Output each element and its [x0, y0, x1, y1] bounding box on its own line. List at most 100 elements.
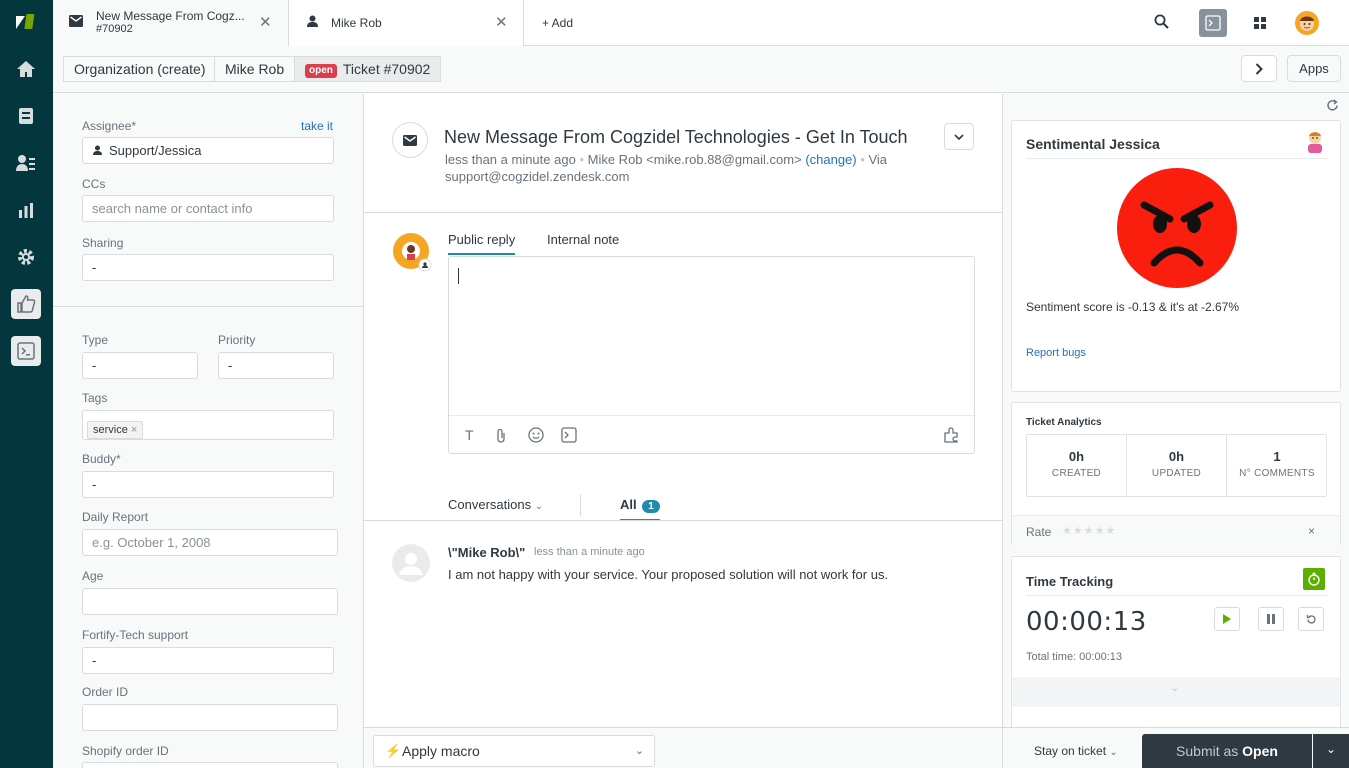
macro-label: Apply macro: [402, 743, 480, 759]
conversations-filter[interactable]: Conversations ⌄: [448, 497, 543, 512]
reset-button[interactable]: [1298, 607, 1324, 631]
order-id-label: Order ID: [82, 685, 129, 699]
analytics-stats: 0h CREATED 0h UPDATED 1 N° COMMENTS: [1026, 434, 1327, 497]
expand-bar[interactable]: ⌄: [1012, 677, 1340, 707]
status-badge: open: [305, 64, 337, 78]
stat-value: 0h: [1168, 449, 1185, 464]
terminal-app-icon[interactable]: [11, 336, 41, 366]
reporting-icon[interactable]: [13, 197, 39, 223]
star-icon[interactable]: ★: [1106, 525, 1117, 537]
apps-button[interactable]: Apps: [1287, 55, 1341, 82]
pause-button[interactable]: [1258, 607, 1284, 631]
priority-select[interactable]: -: [218, 352, 334, 379]
app-logo-icon: [1304, 130, 1326, 157]
divider: [449, 415, 974, 416]
tab-ticket-70902[interactable]: New Message From Cogz... #70902 ✕: [53, 0, 289, 46]
assignee-field[interactable]: Support/Jessica: [82, 137, 334, 164]
fortify-select[interactable]: -: [82, 647, 334, 674]
ccs-field[interactable]: search name or contact info: [82, 195, 334, 222]
take-it-link[interactable]: take it: [301, 119, 333, 133]
stat-label: N° COMMENTS: [1239, 468, 1315, 479]
search-icon[interactable]: [1154, 14, 1169, 32]
terminal-app-icon[interactable]: [561, 427, 577, 446]
breadcrumb-ticket[interactable]: open Ticket #70902: [294, 56, 442, 82]
chevron-down-icon: [954, 133, 964, 140]
comment-author[interactable]: \"Mike Rob\": [448, 545, 525, 560]
chevron-down-icon: ⌄: [634, 745, 644, 757]
play-button[interactable]: [1214, 607, 1240, 631]
close-tab-icon[interactable]: ✕: [495, 13, 508, 31]
filter-all[interactable]: All 1: [620, 497, 660, 521]
product-tray-icon[interactable]: [1254, 17, 1266, 32]
composer-apps-icon[interactable]: [943, 427, 961, 446]
ccs-placeholder: search name or contact info: [92, 201, 253, 216]
emoji-icon[interactable]: [528, 427, 544, 446]
daily-report-field[interactable]: e.g. October 1, 2008: [82, 529, 338, 556]
thumbs-up-app-icon[interactable]: [11, 289, 41, 319]
close-icon[interactable]: ×: [1308, 524, 1315, 538]
tab-user-mike-rob[interactable]: Mike Rob ✕: [289, 0, 524, 46]
buddy-select[interactable]: -: [82, 471, 334, 498]
remove-tag-icon[interactable]: ×: [131, 424, 137, 436]
add-tab-button[interactable]: + Add: [542, 16, 573, 30]
expand-apps-button[interactable]: [1241, 55, 1277, 82]
terminal-app-icon[interactable]: [1199, 9, 1227, 37]
age-field[interactable]: [82, 588, 338, 615]
report-bugs-link[interactable]: Report bugs: [1026, 347, 1086, 359]
type-select[interactable]: -: [82, 352, 198, 379]
divider: [1026, 595, 1328, 596]
breadcrumb-user[interactable]: Mike Rob: [214, 56, 296, 82]
sharing-select[interactable]: -: [82, 254, 334, 281]
star-icon[interactable]: ★: [1084, 525, 1095, 537]
breadcrumb-organization[interactable]: Organization (create): [63, 56, 217, 82]
home-icon[interactable]: [13, 56, 39, 82]
tags-field[interactable]: service ×: [82, 410, 334, 440]
settings-gear-icon[interactable]: [13, 244, 39, 270]
views-icon[interactable]: [13, 103, 39, 129]
stay-on-ticket-dropdown[interactable]: Stay on ticket ⌄: [1034, 744, 1118, 758]
divider: [53, 306, 363, 307]
attachment-icon[interactable]: [496, 428, 506, 446]
count-badge: 1: [642, 500, 660, 513]
tag-chip: service ×: [87, 421, 144, 439]
sentiment-score: Sentiment score is -0.13 & it's at -2.67…: [1026, 300, 1240, 314]
rating-bar: Rate ★★★★★ ×: [1012, 515, 1340, 546]
submit-button[interactable]: Submit as Open: [1142, 734, 1312, 768]
text-format-icon[interactable]: T: [465, 427, 474, 443]
zendesk-logo-icon[interactable]: [13, 9, 39, 35]
star-icon[interactable]: ★: [1095, 525, 1106, 537]
ccs-label: CCs: [82, 177, 106, 191]
star-icon[interactable]: ★: [1062, 525, 1073, 537]
ticket-header-bar: Organization (create) Mike Rob open Ticke…: [53, 46, 1349, 93]
stat-label: UPDATED: [1151, 468, 1202, 479]
ticket-options-button[interactable]: [944, 123, 974, 150]
reply-editor[interactable]: T: [448, 256, 975, 454]
conversations-label: Conversations: [448, 497, 532, 512]
tab-public-reply[interactable]: Public reply: [448, 232, 516, 255]
star-icon[interactable]: ★: [1073, 525, 1084, 537]
refresh-apps-icon[interactable]: [1326, 99, 1339, 115]
submit-options-button[interactable]: ⌄: [1313, 734, 1349, 768]
shopify-order-field[interactable]: [82, 762, 338, 768]
tag-label: service: [93, 424, 128, 436]
agent-avatar[interactable]: [1295, 11, 1319, 38]
change-requester-link[interactable]: (change): [805, 152, 856, 167]
close-tab-icon[interactable]: ✕: [259, 13, 272, 31]
lightning-icon: ⚡: [385, 743, 402, 758]
age-label: Age: [82, 569, 104, 583]
order-id-field[interactable]: [82, 704, 338, 731]
customers-icon[interactable]: [13, 150, 39, 176]
analytics-title: Ticket Analytics: [1026, 417, 1102, 428]
apply-macro-dropdown[interactable]: ⚡ Apply macro ⌄: [373, 735, 655, 767]
user-icon: [93, 138, 102, 163]
tab-internal-note[interactable]: Internal note: [547, 232, 619, 247]
tab-title: New Message From Cogz...: [96, 9, 245, 23]
buddy-label: Buddy*: [82, 452, 121, 466]
star-rating[interactable]: ★★★★★: [1062, 524, 1116, 537]
sharing-label: Sharing: [82, 236, 124, 250]
top-bar: New Message From Cogz... #70902 ✕ Mike R…: [53, 0, 1349, 46]
divider: [580, 494, 581, 516]
filter-all-label: All: [620, 497, 637, 512]
stat-value: 0h: [1068, 449, 1085, 464]
comment-time: less than a minute ago: [534, 546, 645, 558]
